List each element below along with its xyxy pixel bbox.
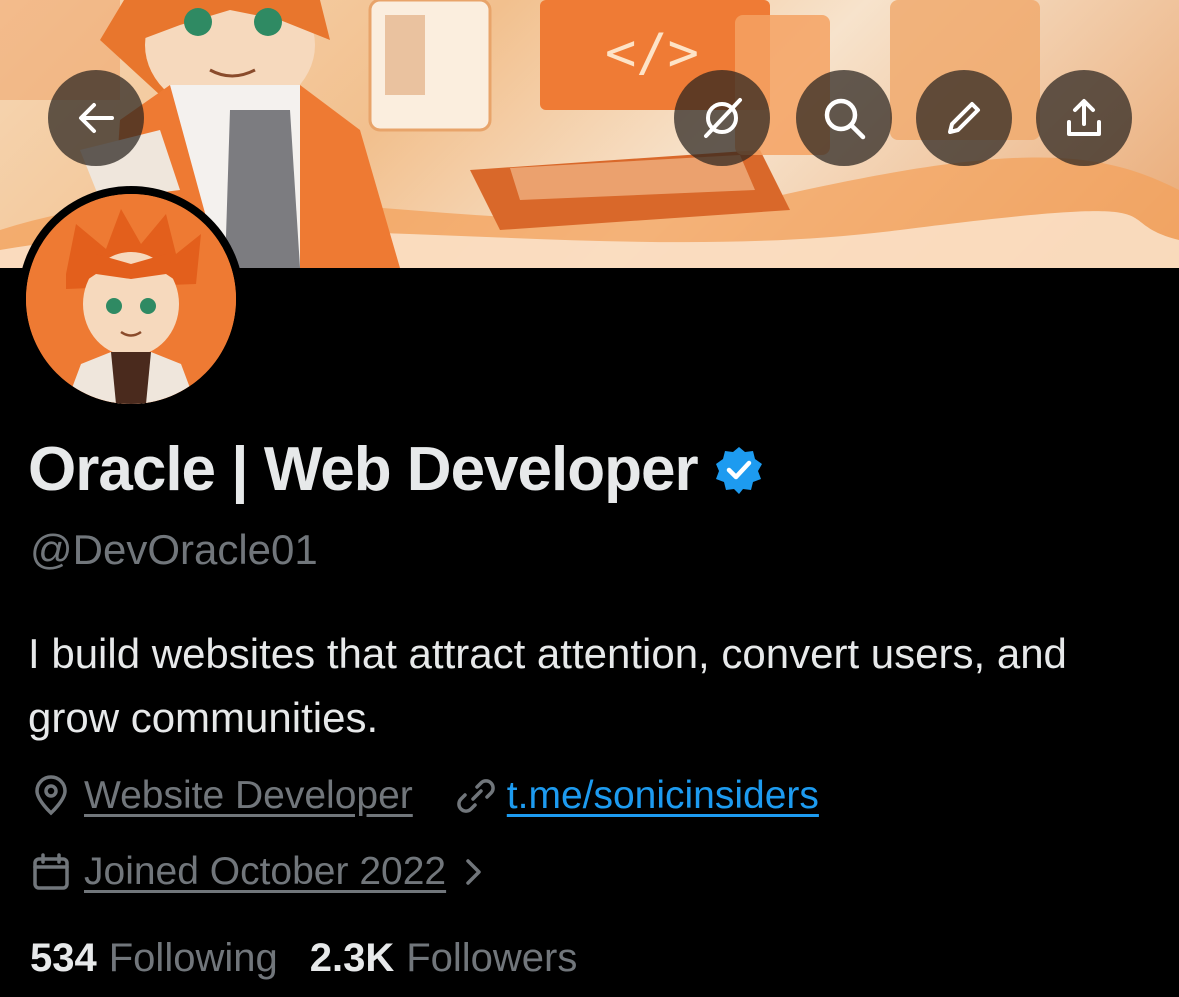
- verified-badge-icon[interactable]: [714, 445, 764, 495]
- grok-slash-icon: [704, 98, 742, 138]
- following-label: Following: [108, 936, 278, 980]
- search-button[interactable]: [796, 70, 892, 166]
- display-name-row: Oracle | Web Developer: [28, 434, 764, 505]
- display-name: Oracle | Web Developer: [28, 435, 699, 504]
- share-button[interactable]: [1036, 70, 1132, 166]
- website-item: t.me/sonicinsiders: [455, 774, 819, 818]
- joined-row[interactable]: Joined October 2022: [30, 850, 486, 894]
- followers-stat[interactable]: 2.3K Followers: [310, 936, 578, 981]
- chevron-right-icon: [466, 859, 481, 885]
- following-count: 534: [30, 936, 97, 980]
- location-pin-icon: [35, 775, 67, 816]
- svg-text:</>: </>: [605, 23, 699, 83]
- avatar-illustration: [26, 194, 236, 404]
- calendar-icon: [33, 853, 69, 890]
- followers-count: 2.3K: [309, 936, 395, 980]
- followers-label: Followers: [406, 936, 578, 980]
- edit-pencil-icon: [948, 102, 980, 134]
- location-text[interactable]: Website Developer: [84, 774, 413, 818]
- bio: I build websites that attract attention,…: [28, 630, 1067, 741]
- website-link[interactable]: t.me/sonicinsiders: [507, 774, 819, 818]
- location-item: Website Developer: [30, 774, 413, 818]
- following-stat[interactable]: 534 Following: [30, 936, 278, 981]
- follow-stats: 534 Following 2.3K Followers: [30, 936, 577, 981]
- search-icon: [824, 98, 866, 140]
- arrow-left-icon: [79, 103, 114, 133]
- link-icon: [456, 779, 495, 813]
- back-button[interactable]: [48, 70, 144, 166]
- share-upload-icon: [1067, 99, 1101, 136]
- handle: @DevOracle01: [30, 526, 318, 573]
- profile-meta-row: Website Developer t.me/sonicinsiders: [30, 774, 819, 818]
- edit-button[interactable]: [916, 70, 1012, 166]
- avatar[interactable]: [26, 194, 236, 404]
- joined-date[interactable]: Joined October 2022: [84, 850, 446, 894]
- grok-button[interactable]: [674, 70, 770, 166]
